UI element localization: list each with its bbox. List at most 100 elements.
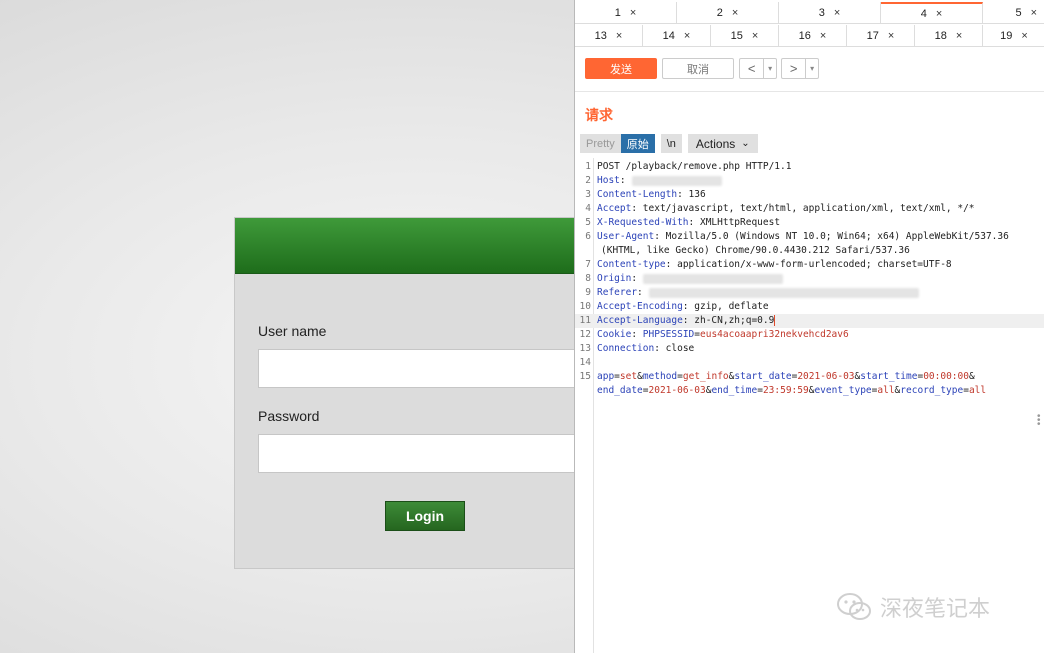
- header-value: XMLHttpRequest: [699, 217, 781, 228]
- redacted-value: [648, 287, 919, 298]
- send-button[interactable]: 发送: [585, 58, 657, 79]
- repeater-tab[interactable]: 19 ×: [983, 25, 1044, 47]
- param-value: set: [619, 371, 638, 382]
- header-key: Connection: [597, 343, 655, 354]
- login-button[interactable]: Login: [385, 501, 465, 531]
- repeater-toolbar: 发送 取消 < ▾ > ▾: [575, 46, 1044, 92]
- tab-label: 2: [716, 7, 723, 19]
- code-line: 3 Content-Length: 136: [575, 188, 1044, 202]
- header-key: Content-type: [597, 259, 666, 270]
- actions-menu-button[interactable]: Actions ⌄: [687, 134, 758, 153]
- request-view-toggles: Pretty 原始 \n Actions ⌄: [580, 134, 758, 153]
- repeater-tab[interactable]: 15 ×: [711, 25, 779, 47]
- repeater-tab[interactable]: 1 ×: [575, 2, 677, 24]
- code-line: (KHTML, like Gecko) Chrome/90.0.4430.212…: [575, 244, 1044, 258]
- watermark: 深夜笔记本: [836, 591, 990, 623]
- code-line: 7 Content-type: application/x-www-form-ur…: [575, 258, 1044, 272]
- close-icon[interactable]: ×: [684, 30, 690, 42]
- cookie-name: PHPSESSID: [642, 329, 695, 340]
- code-line: 8 Origin:: [575, 272, 1044, 286]
- code-line: 10 Accept-Encoding: gzip, deflate: [575, 300, 1044, 314]
- close-icon[interactable]: ×: [616, 30, 622, 42]
- chevron-down-icon[interactable]: ▾: [763, 59, 776, 78]
- view-raw-button[interactable]: 原始: [620, 134, 655, 153]
- param-value: 23:59:59: [762, 385, 809, 396]
- text-caret: [774, 315, 776, 326]
- repeater-tab[interactable]: 18 ×: [915, 25, 983, 47]
- chevron-down-icon[interactable]: ▾: [805, 59, 818, 78]
- repeater-tab[interactable]: 13 ×: [575, 25, 643, 47]
- line-number: 6: [585, 231, 591, 242]
- line-number: 2: [585, 175, 591, 186]
- repeater-tab[interactable]: 14 ×: [643, 25, 711, 47]
- view-pretty-button[interactable]: Pretty: [580, 134, 621, 153]
- close-icon[interactable]: ×: [956, 30, 962, 42]
- code-line: end_date=2021-06-03&end_time=23:59:59&ev…: [597, 385, 987, 396]
- code-line: 15 app=set&method=get_info&start_date=202…: [575, 370, 1044, 384]
- tab-label: 1: [614, 7, 621, 19]
- code-line: 14: [575, 356, 1044, 370]
- line-number: 8: [585, 273, 591, 284]
- line-number: 4: [585, 203, 591, 214]
- repeater-tab[interactable]: 16 ×: [779, 25, 847, 47]
- header-key: User-Agent: [597, 231, 655, 242]
- history-back-button[interactable]: < ▾: [739, 58, 777, 79]
- line-number: 15: [579, 371, 591, 382]
- repeater-tabs-row-2: 13 × 14 × 15 × 16 × 17 × 18 × 19 ×: [575, 25, 1044, 47]
- close-icon[interactable]: ×: [1021, 30, 1027, 42]
- param-key: record_type: [900, 385, 964, 396]
- code-line: 13 Connection: close: [575, 342, 1044, 356]
- close-icon[interactable]: ×: [752, 30, 758, 42]
- repeater-tab[interactable]: 2 ×: [677, 2, 779, 24]
- header-value: close: [665, 343, 695, 354]
- header-key: Content-Length: [597, 189, 678, 200]
- header-key: Host: [597, 175, 620, 186]
- login-header-bar: [235, 218, 593, 274]
- password-input[interactable]: [258, 434, 598, 473]
- login-panel: User name Password Login: [234, 217, 598, 569]
- header-value: 136: [688, 189, 706, 200]
- redacted-value: [643, 273, 784, 284]
- param-key: end_date: [597, 385, 643, 396]
- history-forward-button[interactable]: > ▾: [781, 58, 819, 79]
- repeater-tab[interactable]: 5 ×: [983, 2, 1044, 24]
- repeater-tab[interactable]: 17 ×: [847, 25, 915, 47]
- line-number: 3: [585, 189, 591, 200]
- chevron-down-icon: ⌄: [741, 138, 750, 149]
- tab-label: 13: [594, 30, 607, 42]
- close-icon[interactable]: ×: [936, 8, 942, 20]
- cancel-button[interactable]: 取消: [662, 58, 734, 79]
- redacted-value: [631, 175, 722, 186]
- close-icon[interactable]: ×: [630, 7, 636, 19]
- tab-label: 18: [934, 30, 947, 42]
- param-value: all: [877, 385, 895, 396]
- code-line: 2 Host:: [575, 174, 1044, 188]
- repeater-tab-active[interactable]: 4 ×: [881, 2, 983, 24]
- line-number: 9: [585, 287, 591, 298]
- close-icon[interactable]: ×: [888, 30, 894, 42]
- code-line: 12 Cookie: PHPSESSID=eus4acoaapri32nekveh…: [575, 328, 1044, 342]
- header-value: (KHTML, like Gecko) Chrome/90.0.4430.212…: [601, 245, 910, 256]
- line-number: 5: [585, 217, 591, 228]
- tab-label: 17: [866, 30, 879, 42]
- show-newlines-button[interactable]: \n: [660, 134, 682, 153]
- header-key: Referer: [597, 287, 638, 298]
- header-key: X-Requested-With: [597, 217, 689, 228]
- cookie-value: eus4acoaapri32nekvehcd2av6: [700, 329, 849, 340]
- header-key: Origin: [597, 273, 632, 284]
- param-key: app: [597, 371, 615, 382]
- line-number: 1: [585, 161, 591, 172]
- tab-label: 16: [798, 30, 811, 42]
- request-editor[interactable]: 1 POST /playback/remove.php HTTP/1.1 2 Hos…: [575, 158, 1044, 653]
- watermark-text: 深夜笔记本: [880, 597, 991, 622]
- more-options-icon[interactable]: • • •: [1037, 412, 1041, 430]
- close-icon[interactable]: ×: [820, 30, 826, 42]
- username-input[interactable]: [258, 349, 598, 388]
- close-icon[interactable]: ×: [1031, 7, 1037, 19]
- repeater-tab[interactable]: 3 ×: [779, 2, 881, 24]
- close-icon[interactable]: ×: [834, 7, 840, 19]
- param-key: event_type: [814, 385, 872, 396]
- header-key: Accept-Language: [597, 315, 683, 326]
- burp-repeater-panel: 1 × 2 × 3 × 4 × 5 × 13 × 14 × 15 × 16 × 17 × 18 × 1…: [574, 0, 1044, 653]
- close-icon[interactable]: ×: [732, 7, 738, 19]
